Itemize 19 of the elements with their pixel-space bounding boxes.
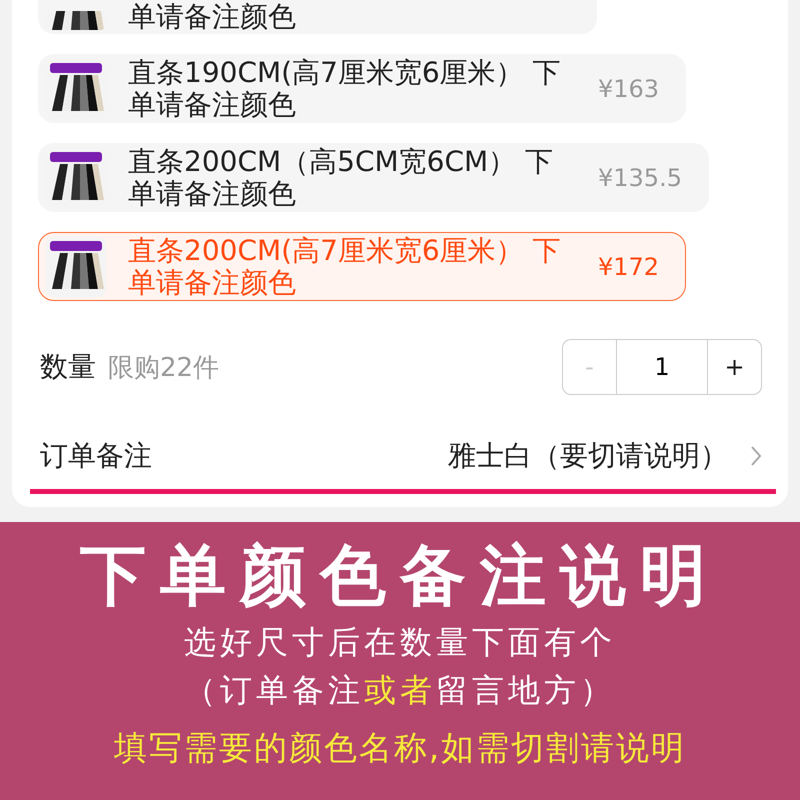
- option-price: ¥163: [598, 74, 660, 102]
- option-chip[interactable]: 直条200CM（高5CM宽6CM） 下单请备注颜色 ¥135.5: [38, 143, 709, 212]
- option-price: ¥135.5: [598, 164, 682, 192]
- option-name: 单请备注颜色: [128, 1, 297, 33]
- purchase-limit: 限购22件: [108, 352, 220, 384]
- quantity-label: 数量: [40, 349, 96, 385]
- banner-text: （订单备注或者 留言地方）: [184, 670, 616, 711]
- option-chip[interactable]: 单请备注颜色: [38, 0, 597, 34]
- option-price: ¥172: [598, 252, 660, 280]
- chevron-right-icon[interactable]: [750, 445, 762, 467]
- banner-text: 选好尺寸后在数量下面有个: [184, 622, 616, 663]
- banner-title: 下单颜色备注说明: [80, 536, 720, 616]
- order-note-value[interactable]: 雅士白（要切请说明）: [448, 437, 728, 475]
- option-name: 直条200CM（高5CM宽6CM） 下单请备注颜色: [128, 146, 554, 210]
- option-chip[interactable]: 直条190CM(高7厘米宽6厘米） 下单请备注颜色 ¥163: [38, 54, 686, 123]
- option-name: 直条190CM(高7厘米宽6厘米） 下单请备注颜色: [128, 56, 562, 120]
- option-name: 直条200CM(高7厘米宽6厘米） 下单请备注颜色: [128, 234, 562, 298]
- banner-note: 填写需要的颜色名称,如需切割请说明: [114, 727, 686, 769]
- order-note-label: 订单备注: [40, 438, 152, 474]
